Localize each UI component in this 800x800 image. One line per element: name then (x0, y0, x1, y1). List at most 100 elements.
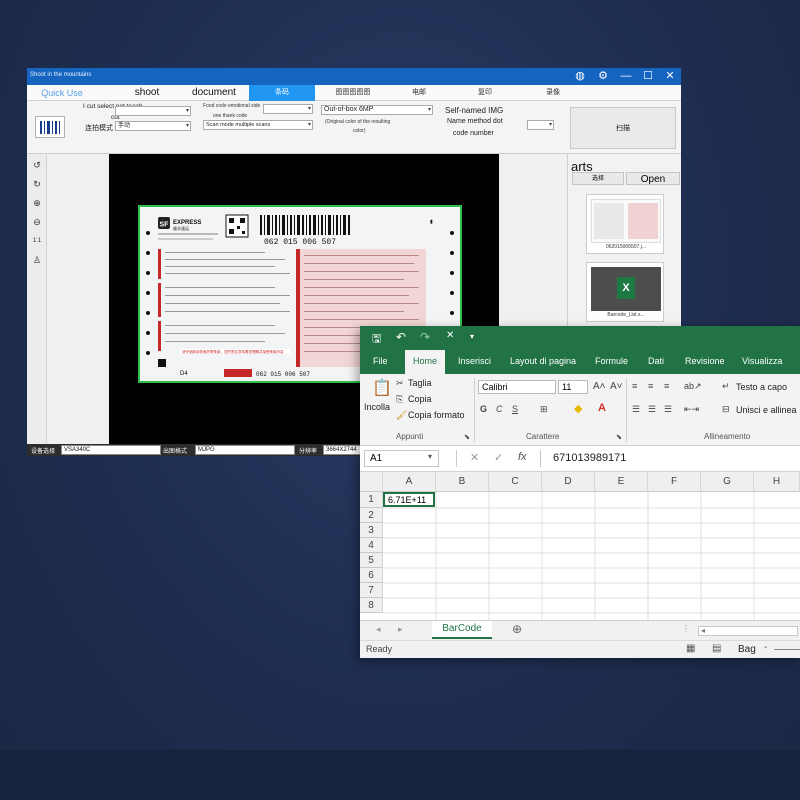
wrap-text-button[interactable]: Testo a capo (736, 382, 787, 392)
decrease-font-icon[interactable]: A˅ (610, 381, 623, 392)
tab-document[interactable]: document (183, 85, 245, 101)
resolution-select[interactable]: Out-of-box 6MP (321, 105, 433, 115)
thumbnail-waybill[interactable]: 062015006507.j... (586, 194, 664, 254)
font-name-select[interactable]: Calibri (478, 380, 556, 394)
align-left-icon[interactable]: ☰ (632, 404, 640, 415)
scan-mode-select[interactable]: Scan mode multiple scans (203, 120, 313, 130)
zoom-in-icon[interactable]: ⊕ (30, 196, 44, 210)
tab-home[interactable]: Home (405, 350, 446, 374)
zoom-slider[interactable] (774, 649, 800, 650)
horizontal-scrollbar[interactable]: ◂ (698, 626, 798, 636)
cell-a1[interactable]: 6.71E+11 (383, 492, 435, 507)
cancel-entry-icon[interactable]: ✕ (470, 451, 479, 464)
indent-icon[interactable]: ⇤⇥ (684, 404, 699, 415)
tab-open[interactable]: Open (626, 172, 680, 185)
rotate-left-icon[interactable]: ↺ (30, 158, 44, 172)
normal-view-icon[interactable]: ▦ (686, 643, 695, 654)
bold-icon[interactable]: G (480, 404, 487, 414)
tab-insert[interactable]: Inserisci (458, 356, 491, 366)
copy-button[interactable]: Copia (408, 394, 432, 404)
underline-icon[interactable]: S (512, 404, 518, 414)
shoot-mode-select[interactable]: 手动 (115, 121, 191, 131)
name-method-select[interactable] (527, 120, 554, 130)
scan-button[interactable]: 扫描 (570, 107, 676, 149)
tab-page-layout[interactable]: Layout di pagina (510, 356, 576, 366)
sheet-next-icon[interactable]: ▸ (398, 624, 403, 635)
group-alignment-label: Allineamento (704, 432, 751, 441)
barcode-mode-icon[interactable] (35, 116, 65, 138)
tab-copy[interactable]: 复印 (457, 85, 513, 101)
device-select[interactable]: VSA340C (61, 445, 161, 455)
thumbnail-excel[interactable]: X Barcode_List.x... (586, 262, 664, 322)
tab-email[interactable]: 电邮 (391, 85, 447, 101)
close-icon[interactable]: ✕ (663, 70, 677, 83)
format-painter-button[interactable]: Copia formato (408, 410, 465, 420)
paste-button[interactable]: Incolla (364, 402, 390, 412)
redo-icon[interactable]: ↷ (420, 330, 430, 344)
tab-review[interactable]: Revisione (685, 356, 725, 366)
gear-icon[interactable]: ⚙ (596, 70, 610, 83)
output-format-select[interactable]: MJPG (195, 445, 295, 455)
page-layout-view-icon[interactable]: ▤ (712, 643, 721, 654)
page-break-view-label[interactable]: Bag (738, 644, 756, 655)
spreadsheet-grid[interactable]: A B C D E F G H 1 2 3 4 5 6 7 8 6.71E+11 (360, 472, 800, 620)
italic-icon[interactable]: C (496, 404, 503, 414)
fill-color-icon[interactable]: ◆ (574, 402, 582, 415)
tab-formulas[interactable]: Formule (595, 356, 628, 366)
tab-data[interactable]: Dati (648, 356, 664, 366)
tab-shoot[interactable]: shoot (123, 85, 171, 101)
globe-icon[interactable]: ◍ (573, 70, 587, 83)
align-top-icon[interactable]: ≡ (632, 381, 637, 391)
merge-button[interactable]: Unisci e allinea (736, 405, 797, 415)
scroll-options-icon[interactable]: ⋮ (682, 624, 690, 633)
add-sheet-icon[interactable]: ⊕ (512, 622, 522, 636)
tab-barcode[interactable]: 条码 (249, 85, 315, 101)
maximize-icon[interactable]: ☐ (641, 70, 655, 83)
stamp-icon[interactable]: ♙ (30, 253, 44, 267)
customize-toolbar-icon[interactable]: ▾ (470, 332, 474, 341)
font-launcher-icon[interactable]: ⬊ (616, 433, 622, 441)
tab-view[interactable]: Visualizza (742, 356, 782, 366)
tab-video[interactable]: 录像 (525, 85, 581, 101)
borders-icon[interactable]: ⊞ (540, 404, 548, 415)
clear-format-icon[interactable]: ✕ (446, 330, 454, 341)
format-painter-icon[interactable]: 🖌 (396, 410, 407, 421)
align-middle-icon[interactable]: ≡ (648, 381, 653, 391)
tab-select[interactable]: 选择 (572, 172, 624, 185)
sheet-tab-barcode[interactable]: BarCode (432, 621, 492, 639)
tab-quick-use[interactable]: Quick Use (31, 85, 93, 101)
tab-file[interactable]: File (373, 356, 388, 366)
actual-size-icon[interactable]: 1:1 (30, 234, 44, 248)
minimize-icon[interactable]: — (619, 70, 633, 83)
font-color-icon[interactable]: A (598, 402, 606, 414)
sheet-prev-icon[interactable]: ◂ (376, 624, 381, 635)
align-center-icon[interactable]: ☰ (648, 404, 656, 415)
food-code-select[interactable] (263, 104, 313, 114)
excel-file-icon: X (617, 277, 635, 299)
align-right-icon[interactable]: ☰ (664, 404, 672, 415)
confirm-entry-icon[interactable]: ✓ (494, 451, 503, 464)
copy-icon[interactable]: ⎘ (396, 394, 403, 405)
rotate-right-icon[interactable]: ↻ (30, 177, 44, 191)
zoom-out-icon[interactable]: - (764, 642, 767, 653)
zoom-out-icon[interactable]: ⊖ (30, 215, 44, 229)
merge-icon[interactable]: ⊟ (722, 404, 730, 415)
paste-icon[interactable]: 📋 (372, 378, 392, 398)
excel-statusbar: Ready ▦ ▤ Bag - (360, 640, 800, 658)
clipboard-launcher-icon[interactable]: ⬊ (464, 433, 470, 441)
thumbnail-image (591, 199, 661, 243)
orientation-icon[interactable]: ab↗ (684, 381, 702, 392)
cut-button[interactable]: Taglia (408, 378, 432, 388)
name-box-dropdown-icon[interactable]: ▾ (428, 452, 432, 461)
cut-icon[interactable]: ✂ (396, 378, 404, 389)
increase-font-icon[interactable]: A˄ (593, 381, 606, 392)
wrap-text-icon[interactable]: ↵ (722, 381, 730, 392)
save-icon[interactable]: 🖫 (372, 330, 381, 349)
formula-input[interactable]: 671013989171 (540, 450, 796, 467)
align-bottom-icon[interactable]: ≡ (664, 381, 669, 391)
function-icon[interactable]: fx (518, 451, 527, 463)
font-size-select[interactable]: 11 (558, 380, 588, 394)
cut-select[interactable] (115, 106, 191, 116)
undo-icon[interactable]: ↶ (396, 330, 406, 344)
tab-image[interactable]: 图图图图图 (323, 85, 383, 101)
